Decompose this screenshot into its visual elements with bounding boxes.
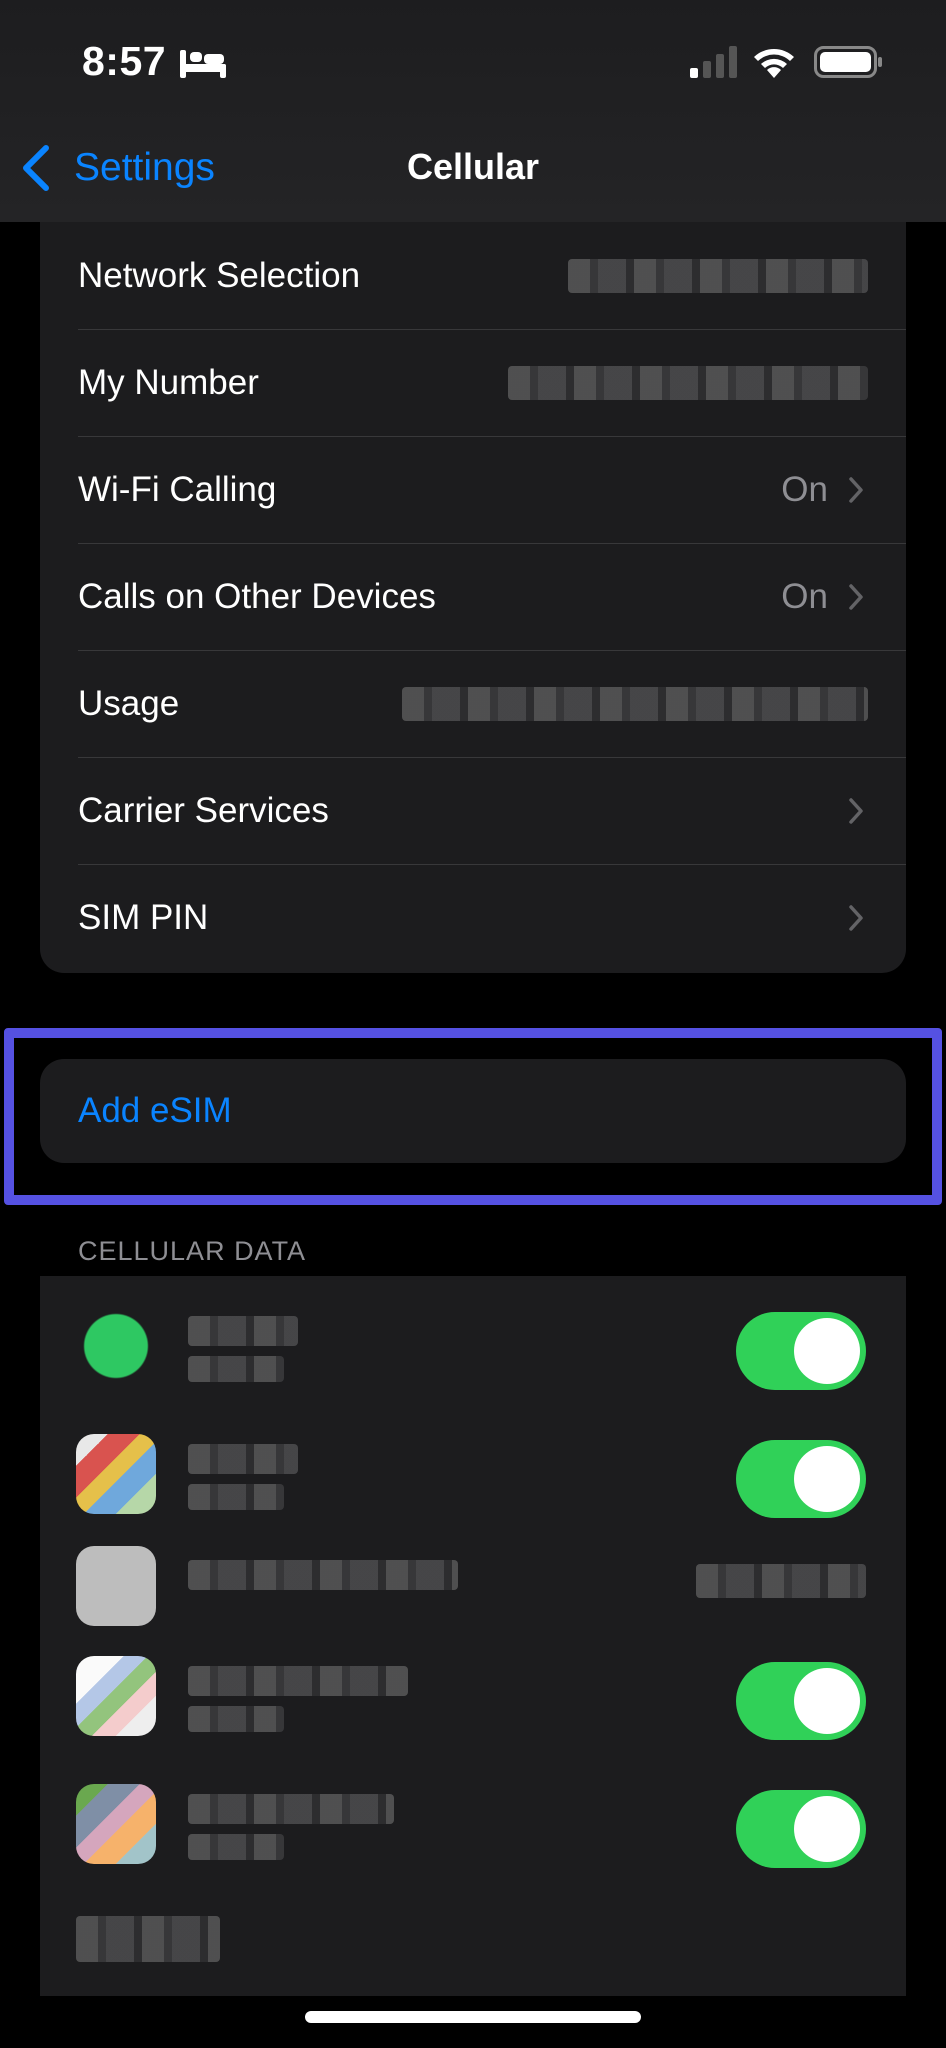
chevron-right-icon [849, 904, 863, 931]
cellular-data-toggle[interactable] [736, 1790, 866, 1868]
redacted-value [568, 258, 868, 293]
redacted-app-name [188, 1444, 298, 1474]
app-icon [76, 1656, 156, 1736]
cellular-data-list [40, 1276, 906, 1996]
redacted-app-name [188, 1560, 458, 1590]
list-item [40, 1876, 906, 1996]
row-network-selection[interactable]: Network Selection [40, 222, 906, 329]
app-icon [76, 1546, 156, 1626]
top-bar: 8:57 Settings Cellular [0, 0, 946, 222]
redacted-app-name [188, 1666, 408, 1696]
redacted-value [402, 686, 868, 721]
row-calls-on-other-devices[interactable]: Calls on Other Devices On [40, 543, 906, 650]
list-item [40, 1626, 906, 1746]
row-label: Network Selection [78, 255, 361, 295]
app-icon [76, 1434, 156, 1514]
row-usage[interactable]: Usage [40, 650, 906, 757]
row-sim-pin[interactable]: SIM PIN [40, 864, 906, 971]
row-my-number[interactable]: My Number [40, 329, 906, 436]
chevron-right-icon [849, 797, 863, 824]
battery-icon [814, 46, 882, 78]
chevron-right-icon [849, 583, 863, 610]
app-icon [76, 1306, 156, 1386]
row-label: My Number [78, 362, 259, 402]
row-label: Calls on Other Devices [78, 576, 436, 616]
wifi-icon [754, 49, 794, 78]
bed-icon [180, 50, 226, 78]
page-title: Cellular [406, 146, 540, 187]
redacted-value [508, 365, 868, 400]
cellular-data-toggle[interactable] [736, 1662, 866, 1740]
row-wifi-calling[interactable]: Wi-Fi Calling On [40, 436, 906, 543]
redacted-app-name [76, 1916, 220, 1962]
row-value: On [781, 469, 828, 509]
home-indicator [305, 2011, 641, 2023]
redacted-usage [188, 1834, 284, 1860]
redacted-usage [188, 1356, 284, 1382]
row-label: Wi-Fi Calling [78, 469, 277, 509]
list-item [40, 1754, 906, 1874]
cellular-signal-icon [690, 46, 737, 78]
row-value: On [781, 576, 828, 616]
row-label: SIM PIN [78, 897, 209, 937]
cellular-settings-group: Network Selection My Number Wi-Fi Callin… [40, 222, 906, 973]
add-esim-label: Add eSIM [78, 1091, 232, 1130]
row-label: Usage [78, 683, 180, 723]
list-item [40, 1516, 906, 1636]
chevron-right-icon [849, 476, 863, 503]
add-esim-button[interactable]: Add eSIM [40, 1059, 906, 1163]
app-icon [76, 1784, 156, 1864]
cellular-data-toggle[interactable] [736, 1440, 866, 1518]
list-item [40, 1276, 906, 1396]
status-time: 8:57 [82, 38, 167, 84]
section-header-cellular-data: CELLULAR DATA [78, 1236, 307, 1266]
redacted-usage [188, 1484, 284, 1510]
redacted-app-name [188, 1794, 394, 1824]
cellular-data-toggle[interactable] [736, 1312, 866, 1390]
redacted-app-name [188, 1316, 298, 1346]
list-item [40, 1404, 906, 1524]
redacted-value [696, 1564, 866, 1598]
redacted-usage [188, 1706, 284, 1732]
row-carrier-services[interactable]: Carrier Services [40, 757, 906, 864]
row-label: Carrier Services [78, 790, 329, 830]
